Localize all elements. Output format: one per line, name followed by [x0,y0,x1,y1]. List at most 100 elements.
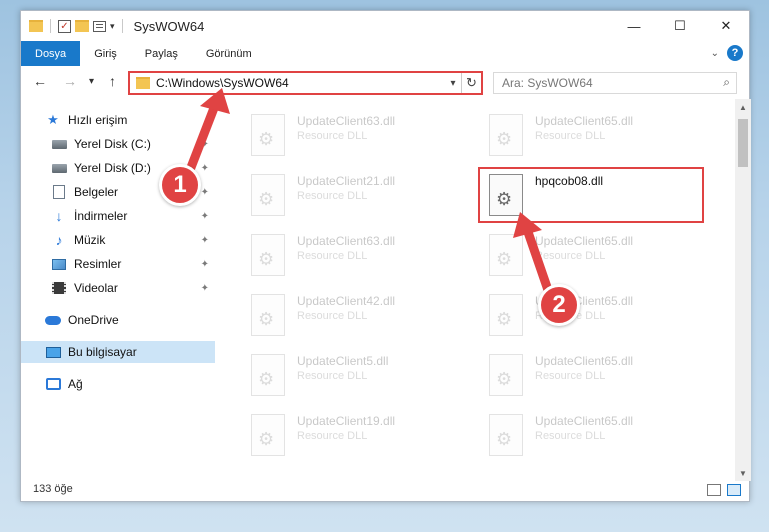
checkmark-icon[interactable]: ✓ [58,19,71,33]
file-name: UpdateClient19.dll [297,414,396,428]
videos-icon [51,280,67,296]
sidebar-item-label: İndirmeler [74,209,128,223]
file-item[interactable]: ⚙ UpdateClient63.dll Resource DLL [251,231,471,285]
file-item[interactable]: ⚙ UpdateClient63.dll Resource DLL [251,111,471,165]
back-arrow-icon[interactable]: ← [33,73,47,89]
tab-file[interactable]: Dosya [21,41,81,66]
file-item[interactable]: ⚙ UpdateClient65.dllResource DLL [489,291,709,345]
chevron-down-icon[interactable]: ▾ [445,78,461,89]
file-item[interactable]: ⚙ UpdateClient65.dllResource DLL [489,231,709,285]
file-item[interactable]: ⚙ UpdateClient65.dllResource DLL [489,111,709,165]
title-bar: ✓ ▾ SysWOW64 — ☐ ✕ [21,11,749,41]
divider [121,19,123,33]
scroll-up-icon[interactable]: ▲ [735,99,751,115]
sidebar-item-label: Yerel Disk (D:) [74,161,151,175]
sidebar-item-local-disk-c[interactable]: Yerel Disk (C:) ✦ [21,133,215,155]
dll-file-icon: ⚙ [251,114,285,156]
large-icons-view-icon[interactable] [727,484,741,496]
drive-icon [51,160,67,176]
window-title: SysWOW64 [133,18,205,34]
sidebar-item-label: OneDrive [68,313,119,327]
file-item[interactable]: ⚙ UpdateClient65.dll Resource DLL [489,351,709,405]
properties-icon[interactable] [93,20,106,32]
navigation-bar: ← → ▾ ↑ C:\Windows\SysWOW64 ▾ ↻ Ara: Sys… [21,69,749,97]
file-name: UpdateClient65.dll [535,114,634,128]
file-item[interactable]: ⚙ UpdateClient65.dllResource DLL [489,411,709,465]
ribbon-right-controls: ⌄ ? [711,45,743,61]
sidebar-item-onedrive[interactable]: OneDrive [21,309,215,331]
file-name: UpdateClient63.dll [297,234,396,248]
pin-icon[interactable]: ✦ [201,163,209,174]
file-type: Resource DLL [297,430,368,442]
minimize-button[interactable]: — [611,11,657,41]
tab-view[interactable]: Görünüm [192,41,266,66]
file-name: UpdateClient65.dll [535,354,634,368]
drive-icon [51,136,67,152]
dll-file-icon: ⚙ [489,294,523,336]
pin-icon[interactable]: ✦ [201,259,209,270]
file-name: UpdateClient63.dll [297,114,396,128]
file-type: Resource DLL [297,250,368,262]
folder-icon [136,77,150,89]
sidebar-item-downloads[interactable]: ↓ İndirmeler ✦ [21,205,215,227]
dll-file-icon: ⚙ [489,354,523,396]
view-switcher [707,484,741,496]
file-item[interactable]: ⚙ UpdateClient5.dll Resource DLL [251,351,471,405]
explorer-window: ✓ ▾ SysWOW64 — ☐ ✕ Dosya Giriş Paylaş Gö… [20,10,751,502]
sidebar-item-pictures[interactable]: Resimler ✦ [21,253,215,275]
tab-share[interactable]: Paylaş [131,41,192,66]
file-item[interactable]: ⚙ UpdateClient42.dll Resource DLL [251,291,471,345]
details-view-icon[interactable] [707,484,721,496]
sidebar-item-music[interactable]: ♪ Müzik ✦ [21,229,215,251]
sidebar-item-quick-access[interactable]: ★ Hızlı erişim [21,109,215,131]
up-arrow-icon[interactable]: ↑ [109,73,116,89]
pin-icon[interactable]: ✦ [201,187,209,198]
file-type: Resource DLL [535,370,606,382]
refresh-icon[interactable]: ↻ [461,73,481,93]
file-item[interactable]: ⚙ UpdateClient21.dll Resource DLL [251,171,471,225]
maximize-button[interactable]: ☐ [657,11,703,41]
step-badge-1: 1 [159,164,201,206]
forward-arrow-icon[interactable]: → [63,73,77,89]
search-icon[interactable]: ⌕ [723,75,730,90]
file-type: Resource DLL [297,190,368,202]
music-icon: ♪ [55,232,63,248]
file-name: UpdateClient65.dll [535,234,634,248]
cloud-icon [45,312,61,328]
sidebar-item-network[interactable]: Ağ [21,373,215,395]
vertical-scrollbar[interactable]: ▲ ▼ [735,99,751,481]
new-folder-icon[interactable] [75,20,89,32]
file-name: UpdateClient65.dll [535,414,634,428]
expand-ribbon-icon[interactable]: ⌄ [711,48,719,59]
file-type: Resource DLL [535,430,606,442]
recent-locations-icon[interactable]: ▾ [89,76,94,87]
sidebar-item-label: Hızlı erişim [68,113,128,127]
scroll-thumb[interactable] [738,119,748,167]
file-item-hpqcob08[interactable]: ⚙ hpqcob08.dll [489,171,709,225]
sidebar-item-label: Ağ [68,377,83,391]
pin-icon[interactable]: ✦ [201,283,209,294]
computer-icon [45,344,61,360]
address-path[interactable]: C:\Windows\SysWOW64 [156,76,445,90]
sidebar-item-label: Müzik [74,233,106,247]
file-type: Resource DLL [535,250,606,262]
search-input[interactable]: Ara: SysWOW64 ⌕ [493,72,737,94]
pin-icon[interactable]: ✦ [201,235,209,246]
file-type: Resource DLL [535,130,606,142]
sidebar-item-videos[interactable]: Videolar ✦ [21,277,215,299]
pin-icon[interactable]: ✦ [201,211,209,222]
divider [50,19,51,33]
customize-toolbar-icon[interactable]: ▾ [110,21,115,32]
step-badge-2: 2 [538,284,580,326]
sidebar-item-this-pc[interactable]: Bu bilgisayar [21,341,215,363]
help-icon[interactable]: ? [727,45,743,61]
ribbon-tabs: Dosya Giriş Paylaş Görünüm ⌄ ? [21,41,749,66]
file-item[interactable]: ⚙ UpdateClient19.dll Resource DLL [251,411,471,465]
dll-file-icon: ⚙ [489,174,523,216]
file-name: hpqcob08.dll [535,174,604,188]
document-icon [51,184,67,200]
pin-icon[interactable]: ✦ [201,139,209,150]
address-bar[interactable]: C:\Windows\SysWOW64 ▾ ↻ [128,71,483,95]
close-button[interactable]: ✕ [703,11,749,41]
tab-home[interactable]: Giriş [80,41,131,66]
